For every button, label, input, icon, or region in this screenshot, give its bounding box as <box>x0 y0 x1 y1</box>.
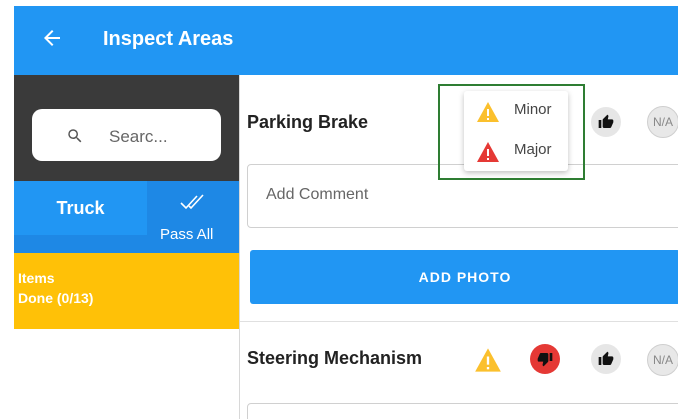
search-area: Searc... <box>14 75 239 181</box>
arrow-left-icon[interactable] <box>40 26 64 50</box>
menu-label-major: Major <box>514 141 552 158</box>
minor-defect-indicator[interactable] <box>472 344 504 376</box>
category-tabs: Truck Pass All <box>14 181 239 253</box>
thumbs-up-icon <box>598 351 614 365</box>
pass-all-label: Pass All <box>160 226 214 243</box>
app-window: Inspect Areas Searc... Truck Pass All It… <box>14 6 678 419</box>
items-progress[interactable]: Items Done (0/13) <box>14 253 239 329</box>
item-title-steering-mechanism: Steering Mechanism <box>247 348 423 368</box>
pass-all-button[interactable]: Pass All <box>148 181 239 253</box>
pass-button[interactable] <box>591 344 621 374</box>
warning-icon <box>475 348 501 372</box>
panel-divider <box>239 75 240 419</box>
menu-item-major[interactable]: Major <box>464 131 568 171</box>
sidebar: Searc... Truck Pass All Items Done (0/13… <box>14 75 239 419</box>
item-separator <box>240 321 678 322</box>
defect-severity-menu: Minor Major <box>464 91 568 171</box>
app-bar: Inspect Areas <box>14 6 678 75</box>
thumbs-down-icon <box>537 353 553 367</box>
items-done-count: Done (0/13) <box>18 290 94 306</box>
item-title-parking-brake: Parking Brake <box>247 112 369 132</box>
menu-item-minor[interactable]: Minor <box>464 91 568 131</box>
pass-button[interactable] <box>591 107 621 137</box>
search-placeholder: Searc... <box>109 127 168 146</box>
na-button[interactable]: N/A <box>647 106 678 138</box>
double-check-icon <box>180 194 204 210</box>
na-button[interactable]: N/A <box>647 344 678 376</box>
comment-field[interactable] <box>247 403 678 419</box>
add-photo-button[interactable]: ADD PHOTO <box>250 250 678 304</box>
warning-minor-icon <box>477 102 499 122</box>
page-title: Inspect Areas <box>103 28 234 50</box>
comment-placeholder: Add Comment <box>266 186 369 203</box>
tab-truck[interactable]: Truck <box>14 181 147 235</box>
items-label: Items <box>18 270 55 286</box>
search-input[interactable]: Searc... <box>32 109 221 161</box>
warning-major-icon <box>477 142 499 162</box>
menu-label-minor: Minor <box>514 101 552 118</box>
search-icon <box>68 129 82 143</box>
thumbs-up-icon <box>598 114 614 128</box>
fail-button[interactable] <box>530 344 560 374</box>
